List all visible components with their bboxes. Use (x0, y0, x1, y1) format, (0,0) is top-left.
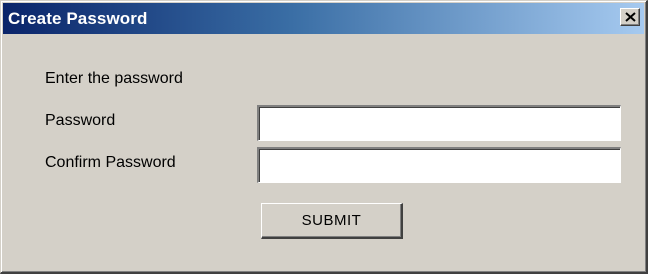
instruction-text: Enter the password (45, 70, 183, 87)
dialog-title: Create Password (8, 9, 148, 28)
title-bar[interactable]: Create Password (3, 3, 644, 34)
close-icon (625, 12, 636, 22)
close-button[interactable] (620, 8, 640, 26)
create-password-dialog: Create Password Enter the password Passw… (0, 0, 648, 274)
confirm-password-input[interactable] (257, 147, 621, 183)
password-input[interactable] (257, 105, 621, 141)
password-label: Password (45, 112, 116, 129)
confirm-password-label: Confirm Password (45, 154, 176, 171)
submit-button[interactable]: SUBMIT (261, 203, 403, 239)
